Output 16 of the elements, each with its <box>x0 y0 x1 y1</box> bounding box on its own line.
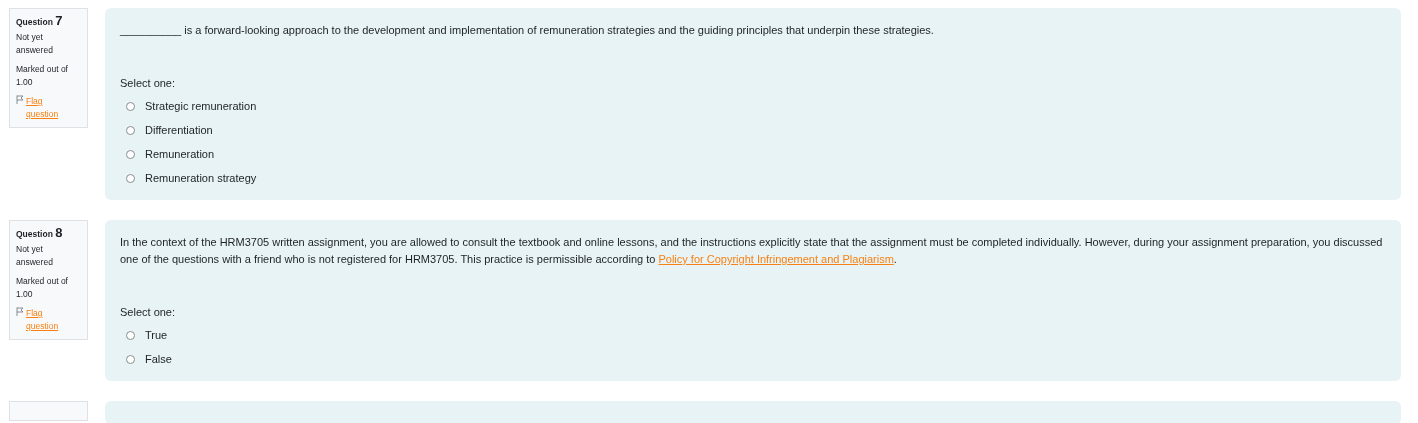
option-label[interactable]: Remuneration strategy <box>145 169 257 187</box>
question-marks: Marked out of 1.00 <box>16 275 69 301</box>
option-label[interactable]: False <box>145 350 172 368</box>
option-label[interactable]: Differentiation <box>145 121 213 139</box>
option-label[interactable]: Remuneration <box>145 145 215 163</box>
option-label[interactable]: True <box>145 326 168 344</box>
select-one-label: Select one: <box>120 76 177 91</box>
option-label[interactable]: Strategic remuneration <box>145 97 257 115</box>
question-status: Not yet answered <box>16 243 54 269</box>
question-status: Not yet answered <box>16 31 54 57</box>
question-text: In the context of the HRM3705 written assignment, you are allowed to consult the textbook and online lessons, and the instructions explicitly state that the assignment must be completed individually. However, during your assignment preparation, you discussed one of the questions with a friend who is not registered for HRM3705. This practice is permissible according to Policy for Copyright Infringement and Plagiarism. <box>120 235 1384 267</box>
question-marks: Marked out of 1.00 <box>16 63 69 89</box>
question-number: Question 8 <box>16 226 64 241</box>
select-one-label: Select one: <box>120 305 177 320</box>
question-text: __________ is a forward-looking approach to the development and implementation of remuneration strategies and the guiding principles that underpin these strategies. <box>120 23 935 38</box>
question-number: Question 7 <box>16 14 64 29</box>
